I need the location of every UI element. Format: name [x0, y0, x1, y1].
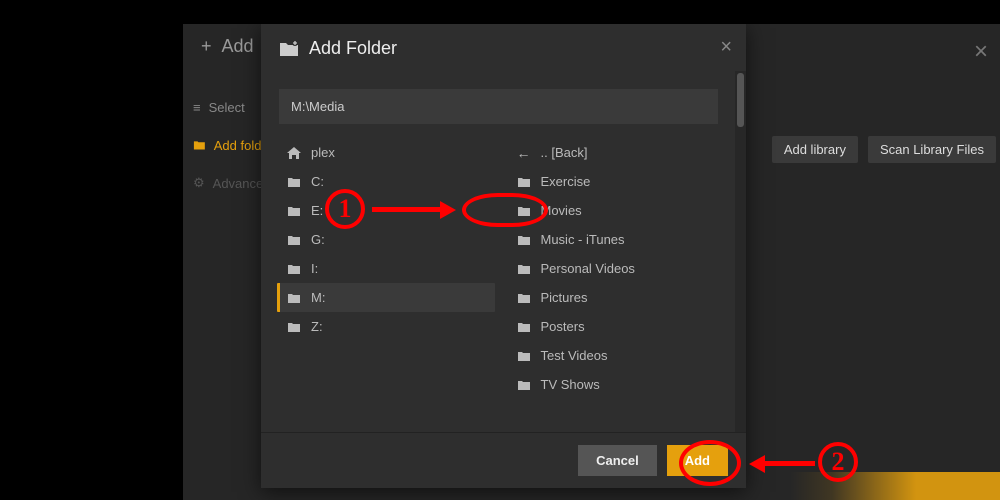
folder-item[interactable]: Personal Videos	[507, 254, 725, 283]
folder-icon	[517, 292, 531, 304]
add-button[interactable]: Add	[667, 445, 728, 476]
folder-back[interactable]: ← .. [Back]	[507, 138, 725, 167]
home-icon	[287, 147, 301, 159]
folder-icon	[287, 263, 301, 275]
folder-icon	[517, 263, 531, 275]
folder-icon	[287, 292, 301, 304]
bg-nav: ≡ Select Add folder ⚙ Advanced	[183, 80, 273, 202]
path-input[interactable]	[279, 89, 718, 124]
folder-icon	[517, 234, 531, 246]
folder-item[interactable]: Test Videos	[507, 341, 725, 370]
bg-action-buttons: Add library Scan Library Files	[772, 136, 996, 163]
folder-icon	[287, 176, 301, 188]
list-icon: ≡	[193, 100, 201, 115]
folder-icon	[517, 379, 531, 391]
folder-item[interactable]: Movies	[507, 196, 725, 225]
drive-item[interactable]: C:	[277, 167, 495, 196]
folder-item[interactable]: Music - iTunes	[507, 225, 725, 254]
browse-columns: plex C:E:G:I:M:Z: ← .. [Back] ExerciseMo…	[261, 138, 736, 399]
scrollbar-track[interactable]	[735, 71, 746, 432]
drives-column: plex C:E:G:I:M:Z:	[271, 138, 501, 399]
folder-icon	[287, 205, 301, 217]
folder-icon	[517, 205, 531, 217]
modal-title: Add Folder	[309, 38, 397, 59]
folder-item[interactable]: Exercise	[507, 167, 725, 196]
modal-close-button[interactable]: ×	[720, 36, 732, 59]
bg-close-icon[interactable]: ×	[974, 38, 988, 66]
drive-item[interactable]: M:	[277, 283, 495, 312]
drive-home[interactable]: plex	[277, 138, 495, 167]
folder-icon	[517, 321, 531, 333]
bg-title: Add	[222, 36, 254, 57]
scan-library-button[interactable]: Scan Library Files	[868, 136, 996, 163]
folder-item[interactable]: Posters	[507, 312, 725, 341]
folder-icon	[517, 350, 531, 362]
scrollbar-thumb[interactable]	[737, 73, 744, 127]
folders-column: ← .. [Back] ExerciseMoviesMusic - iTunes…	[501, 138, 731, 399]
folder-icon	[287, 321, 301, 333]
cancel-button[interactable]: Cancel	[578, 445, 657, 476]
folder-icon	[287, 234, 301, 246]
modal-body: plex C:E:G:I:M:Z: ← .. [Back] ExerciseMo…	[261, 71, 746, 432]
drive-item[interactable]: G:	[277, 225, 495, 254]
folder-icon	[517, 176, 531, 188]
decorative-strip	[790, 472, 1000, 500]
drive-item[interactable]: I:	[277, 254, 495, 283]
modal-footer: Cancel Add	[261, 432, 746, 488]
modal-header: Add Folder ×	[261, 24, 746, 71]
folder-add-icon	[279, 40, 299, 57]
folder-item[interactable]: TV Shows	[507, 370, 725, 399]
folder-icon	[193, 139, 206, 151]
drive-item[interactable]: Z:	[277, 312, 495, 341]
add-folder-modal: Add Folder × plex C:E:G:I:M:Z: ← ..	[261, 24, 746, 488]
gear-icon: ⚙	[193, 175, 205, 191]
back-arrow-icon: ←	[517, 145, 531, 161]
add-library-button[interactable]: Add library	[772, 136, 858, 163]
plus-icon: +	[201, 36, 212, 57]
drive-item[interactable]: E:	[277, 196, 495, 225]
folder-item[interactable]: Pictures	[507, 283, 725, 312]
